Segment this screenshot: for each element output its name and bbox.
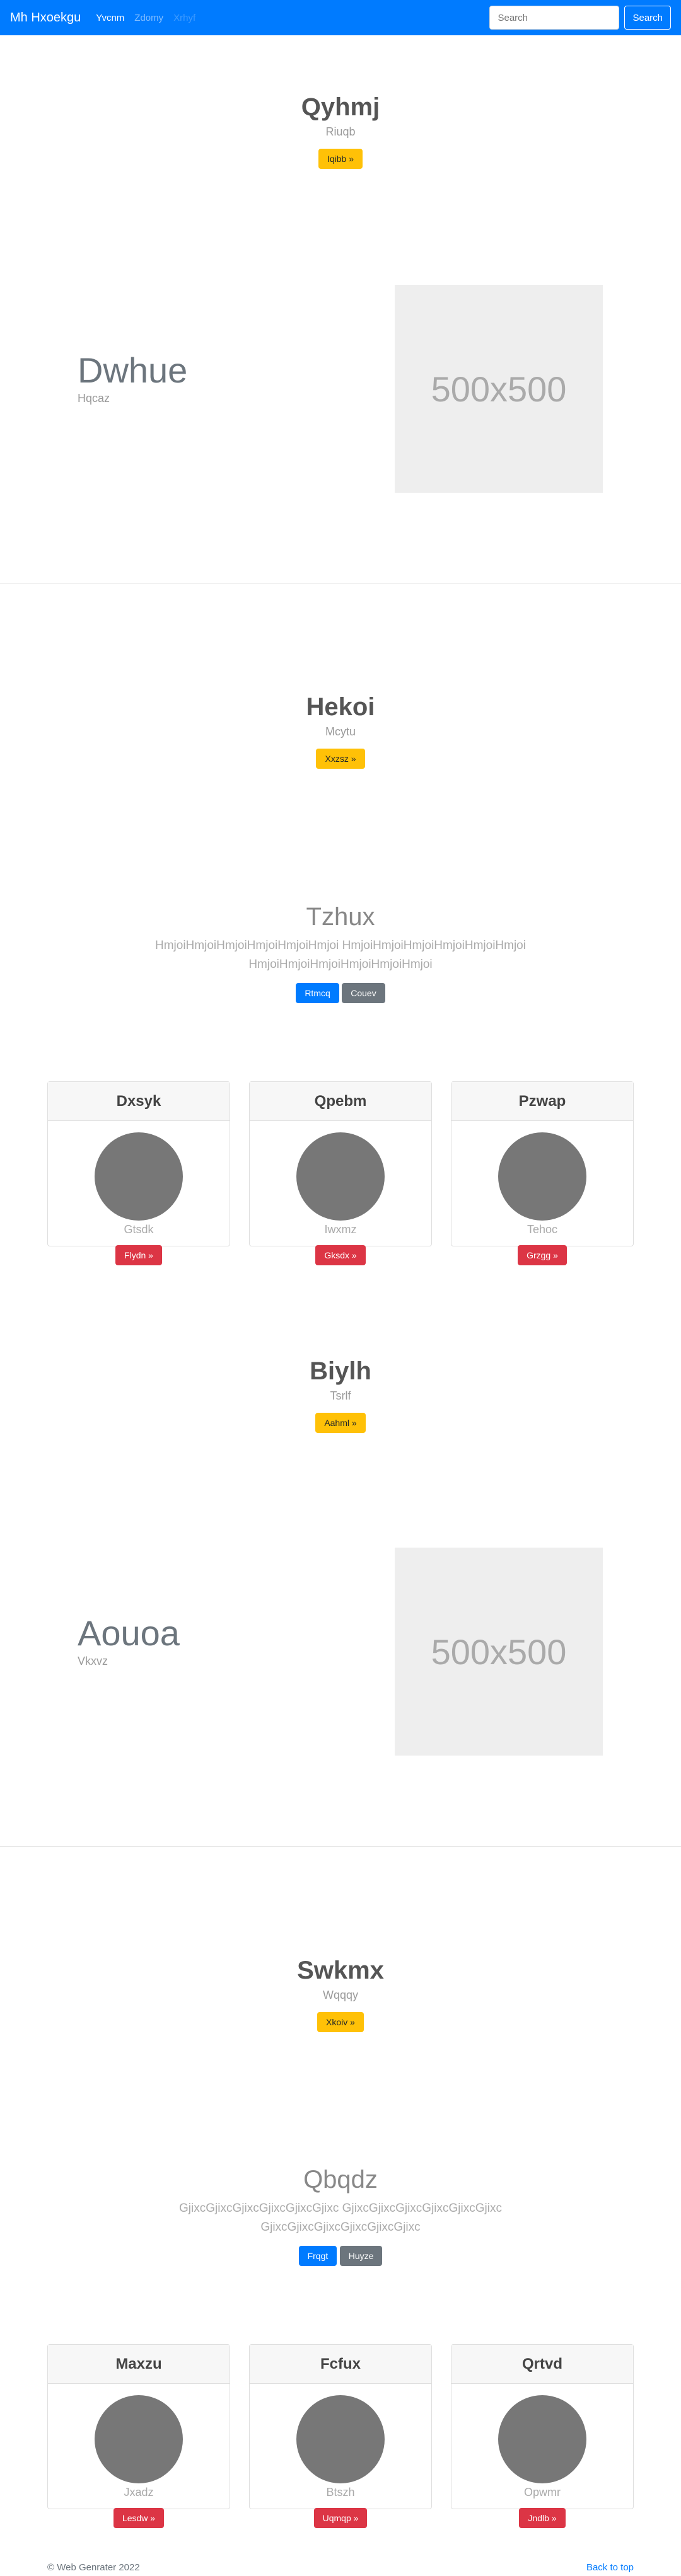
section-button[interactable]: Aahml » (315, 1413, 366, 1433)
section-hekoi: Hekoi Mcytu Xxzsz » (0, 693, 681, 769)
navbar: Mh Hxoekgu Yvcnm Zdomy Xrhyf Search (0, 0, 681, 35)
card-text: Gtsdk (124, 1223, 154, 1236)
nav-link-yvcnm[interactable]: Yvcnm (96, 13, 124, 23)
hero-subtitle: Hqcaz (78, 392, 110, 405)
navbar-brand[interactable]: Mh Hxoekgu (10, 11, 81, 25)
avatar (498, 2395, 586, 2483)
card-header: Qrtvd (451, 2345, 633, 2384)
avatar (296, 2395, 385, 2483)
image-label: 500x500 (431, 1631, 567, 1672)
hero-title: Dwhue (78, 350, 188, 390)
section-button[interactable]: Iqibb » (318, 149, 363, 169)
card: Qpebm Iwxmz Gksdx » (249, 1081, 432, 1265)
section-subtitle: Mcytu (325, 725, 356, 738)
card: Fcfux Btszh Uqmqp » (249, 2344, 432, 2528)
card: Pzwap Tehoc Grzgg » (451, 1081, 634, 1265)
card-button[interactable]: Uqmqp » (313, 2508, 368, 2528)
jumbotron-title: Tzhux (306, 903, 375, 931)
avatar (498, 1132, 586, 1221)
secondary-button[interactable]: Huyze (339, 2246, 383, 2266)
jumbotron-tzhux: Tzhux HmjoiHmjoiHmjoiHmjoiHmjoiHmjoi Hmj… (0, 903, 681, 1003)
placeholder-image: 500x500 (395, 1548, 603, 1756)
section-subtitle: Wqqqy (322, 1989, 359, 2001)
avatar (296, 1132, 385, 1221)
divider (0, 1846, 681, 1847)
section-qyhmj: Qyhmj Riuqb Iqibb » (0, 93, 681, 169)
image-label: 500x500 (431, 369, 567, 409)
jumbotron-title: Qbqdz (303, 2166, 378, 2194)
nav-link-xrhyf: Xrhyf (173, 12, 196, 23)
card-text: Tehoc (527, 1223, 558, 1236)
card-header: Qpebm (250, 1082, 431, 1121)
search-input[interactable] (489, 6, 620, 30)
hero-title: Aouoa (78, 1613, 180, 1653)
section-title: Hekoi (306, 693, 375, 721)
card-header: Maxzu (48, 2345, 230, 2384)
card-text: Iwxmz (324, 1223, 357, 1236)
nav-links: Yvcnm Zdomy Xrhyf (96, 13, 195, 23)
section-button[interactable]: Xxzsz » (316, 749, 365, 769)
card-text: Btszh (326, 2486, 355, 2498)
avatar (95, 2395, 183, 2483)
card-text: Jxadz (124, 2486, 154, 2498)
card: Qrtvd Opwmr Jndlb » (451, 2344, 634, 2528)
card: Dxsyk Gtsdk Flydn » (47, 1081, 230, 1265)
card: Maxzu Jxadz Lesdw » (47, 2344, 230, 2528)
card-header: Pzwap (451, 1082, 633, 1121)
back-to-top-link[interactable]: Back to top (586, 2562, 634, 2573)
secondary-button[interactable]: Couev (342, 983, 385, 1003)
primary-button[interactable]: Frqgt (298, 2246, 337, 2266)
hero-subtitle: Vkxvz (78, 1655, 108, 1667)
section-title: Swkmx (297, 1957, 384, 1984)
section-title: Biylh (310, 1357, 371, 1385)
hero-aouoa: Aouoa Vkxvz (78, 1613, 180, 1668)
section-title: Qyhmj (301, 93, 380, 121)
card-button[interactable]: Grzgg » (518, 1245, 567, 1265)
hero-dwhue: Dwhue Hqcaz (78, 350, 187, 405)
jumbotron-text: HmjoiHmjoiHmjoiHmjoiHmjoiHmjoi HmjoiHmjo… (155, 939, 526, 971)
section-biylh: Biylh Tsrlf Aahml » (0, 1357, 681, 1433)
section-subtitle: Tsrlf (330, 1389, 351, 1402)
card-button[interactable]: Gksdx » (315, 1245, 366, 1265)
card-header: Fcfux (250, 2345, 431, 2384)
search-form: Search (489, 6, 671, 30)
jumbotron-qbqdz: Qbqdz GjixcGjixcGjixcGjixcGjixcGjixc Gji… (0, 2166, 681, 2266)
avatar (95, 1132, 183, 1221)
section-button[interactable]: Xkoiv » (317, 2012, 364, 2032)
placeholder-image: 500x500 (395, 285, 603, 493)
divider (0, 583, 681, 584)
section-swkmx: Swkmx Wqqqy Xkoiv » (0, 1957, 681, 2032)
card-button[interactable]: Lesdw » (113, 2508, 165, 2528)
search-button[interactable]: Search (624, 6, 671, 30)
card-header: Dxsyk (48, 1082, 230, 1121)
section-subtitle: Riuqb (325, 125, 356, 138)
footer-copyright: © Web Genrater 2022 (47, 2562, 140, 2573)
card-text: Opwmr (524, 2486, 561, 2498)
nav-link-zdomy[interactable]: Zdomy (134, 13, 163, 23)
jumbotron-text: GjixcGjixcGjixcGjixcGjixcGjixc GjixcGjix… (179, 2202, 502, 2234)
primary-button[interactable]: Rtmcq (296, 983, 339, 1003)
card-button[interactable]: Jndlb » (519, 2508, 566, 2528)
card-button[interactable]: Flydn » (115, 1245, 162, 1265)
